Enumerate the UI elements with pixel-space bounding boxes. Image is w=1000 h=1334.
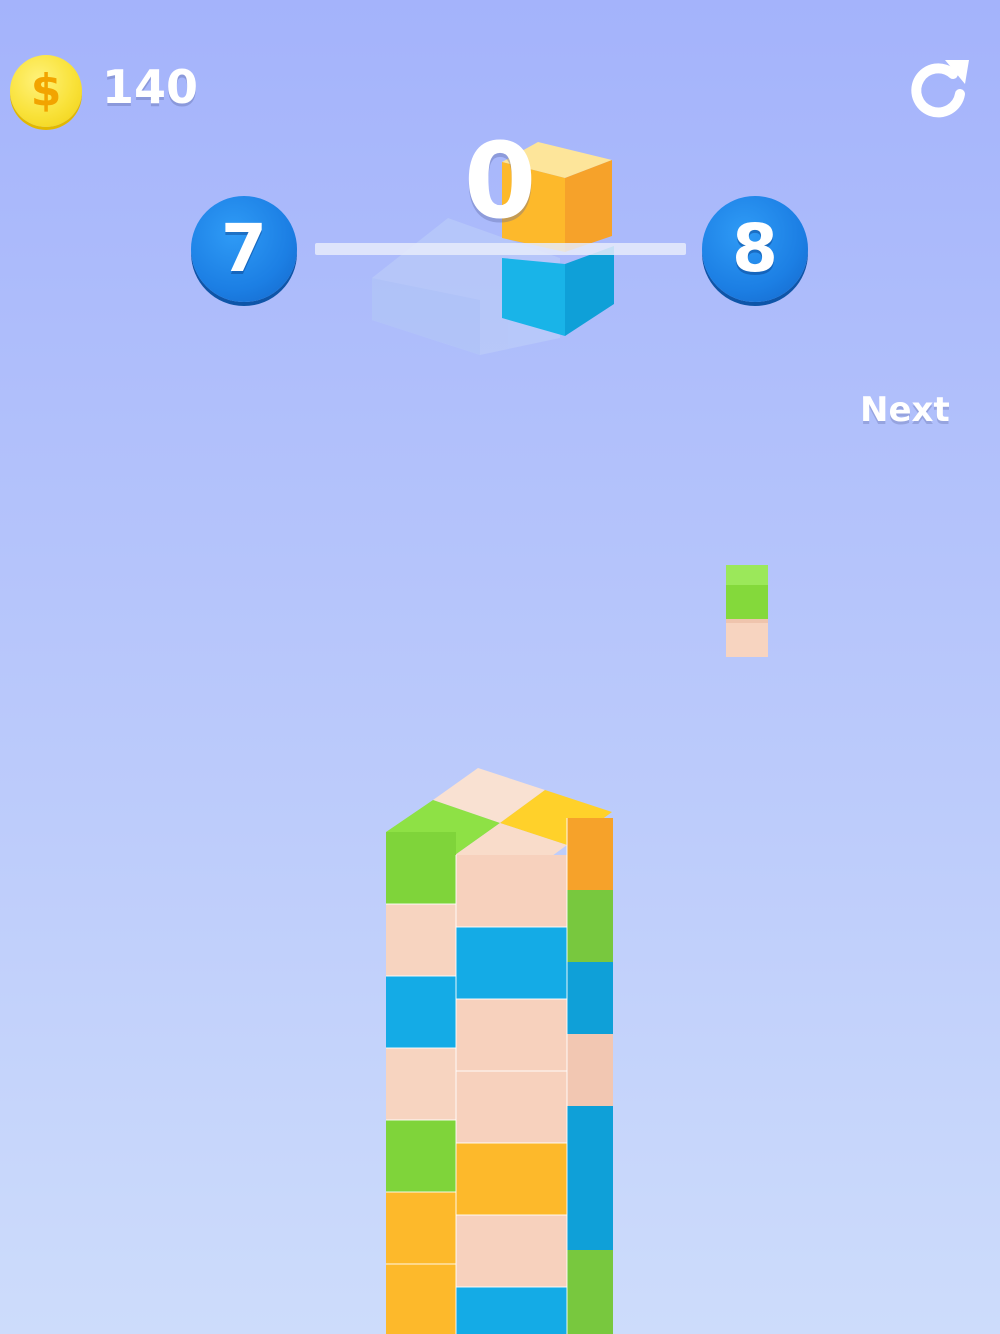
next-piece-label: Next <box>860 390 950 430</box>
score: 0 <box>463 120 537 242</box>
next-piece-peach <box>726 619 768 657</box>
block-tower <box>386 768 613 1334</box>
next-piece <box>726 565 768 657</box>
level-progress-bar <box>315 243 686 255</box>
